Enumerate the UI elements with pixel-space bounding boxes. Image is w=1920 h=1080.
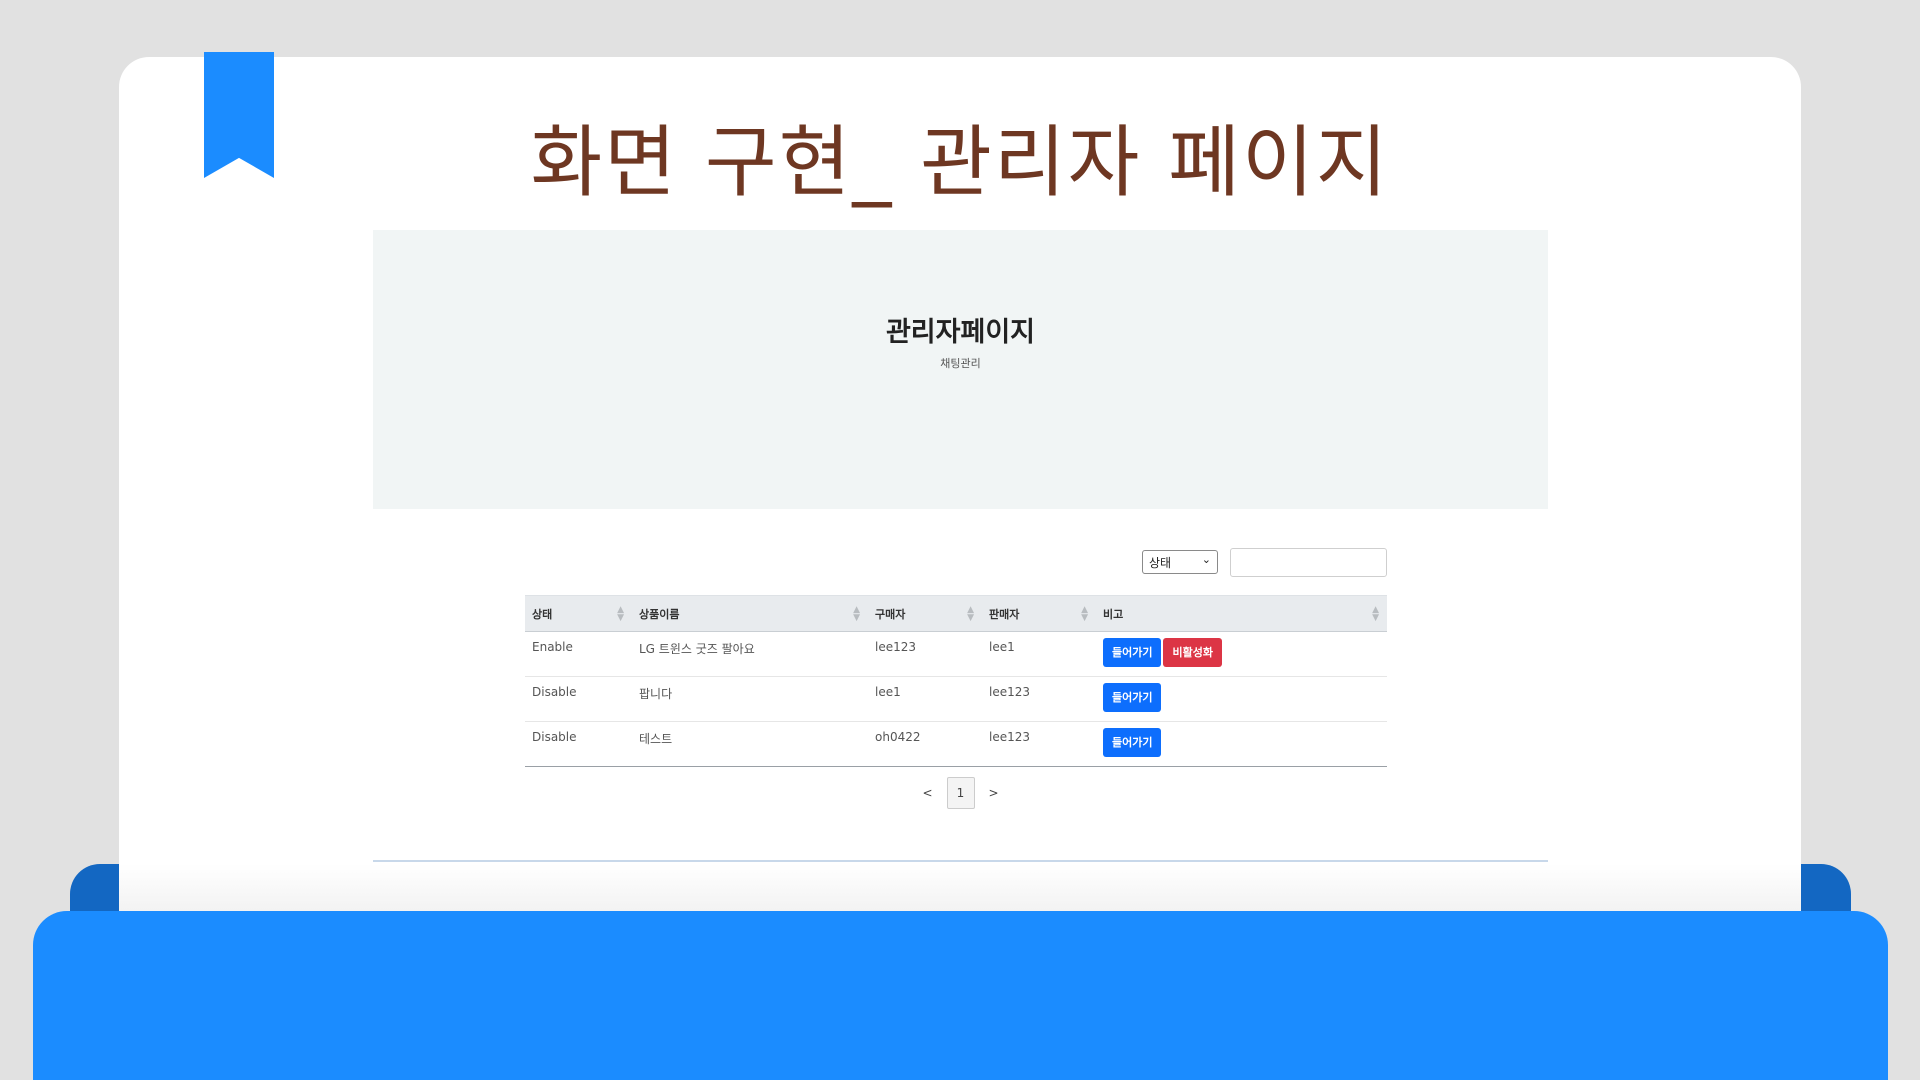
column-header-seller[interactable]: 판매자 ▲ ▼ <box>982 595 1096 632</box>
table-row: Disable 팝니다 lee1 lee123 들어가기 <box>525 677 1387 722</box>
status-filter-select[interactable]: 상태 ⌄ <box>1142 550 1218 574</box>
product-cell: LG 트윈스 굿즈 팔아요 <box>639 642 755 656</box>
status-cell: Disable <box>532 730 577 744</box>
buyer-cell: oh0422 <box>875 730 921 744</box>
product-cell: 테스트 <box>639 732 673 746</box>
hero-banner: 관리자페이지 채팅관리 <box>373 230 1548 509</box>
table-header-row: 상태 ▲ ▼ 상품이름 ▲ ▼ 구매자 ▲ ▼ 판매자 ▲ ▼ 비고 ▲ ▼ <box>525 595 1387 632</box>
slide-title: 화면 구현_ 관리자 페이지 <box>530 118 1390 208</box>
sort-icon: ▲ ▼ <box>617 605 624 623</box>
slide-card-bottom <box>119 864 1801 914</box>
folder-front-panel <box>33 911 1888 1080</box>
actions-cell: 들어가기 <box>1096 677 1387 722</box>
column-header-note[interactable]: 비고 ▲ ▼ <box>1096 595 1387 632</box>
status-cell: Disable <box>532 685 577 699</box>
divider <box>373 860 1548 862</box>
prev-page-button[interactable]: < <box>922 786 932 800</box>
sort-icon: ▲ ▼ <box>967 605 974 623</box>
page-number-button[interactable]: 1 <box>946 776 975 809</box>
enter-button[interactable]: 들어가기 <box>1103 728 1162 757</box>
status-cell: Enable <box>532 640 573 654</box>
actions-cell: 들어가기 <box>1096 722 1387 767</box>
column-header-buyer[interactable]: 구매자 ▲ ▼ <box>868 595 982 632</box>
column-header-status[interactable]: 상태 ▲ ▼ <box>525 595 632 632</box>
table-row: Disable 테스트 oh0422 lee123 들어가기 <box>525 722 1387 767</box>
sort-icon: ▲ ▼ <box>1081 605 1088 623</box>
header-label: 상품이름 <box>639 607 680 621</box>
enter-button[interactable]: 들어가기 <box>1103 683 1162 712</box>
header-label: 상태 <box>532 607 553 621</box>
admin-page-screenshot: 관리자페이지 채팅관리 상태 ⌄ 상태 ▲▼ 상품이름 ▲▼ 구매자 ▲▼ <box>373 230 1548 862</box>
search-input[interactable] <box>1230 548 1387 577</box>
table-row: Enable LG 트윈스 굿즈 팔아요 lee123 lee1 들어가기 비활성… <box>525 632 1387 677</box>
chat-table: 상태 ▲ ▼ 상품이름 ▲ ▼ 구매자 ▲ ▼ 판매자 ▲ ▼ 비고 ▲ ▼ E… <box>525 595 1387 767</box>
deactivate-button[interactable]: 비활성화 <box>1163 638 1222 667</box>
page-title: 관리자페이지 <box>885 317 1036 348</box>
status-filter-value: 상태 <box>1149 556 1172 570</box>
pagination: < 1 > <box>373 776 1548 809</box>
next-page-button[interactable]: > <box>989 786 999 800</box>
buyer-cell: lee123 <box>875 640 917 654</box>
seller-cell: lee1 <box>989 640 1015 654</box>
column-header-product[interactable]: 상품이름 ▲ ▼ <box>632 595 868 632</box>
header-label: 비고 <box>1103 607 1124 621</box>
header-label: 판매자 <box>989 607 1020 621</box>
seller-cell: lee123 <box>989 685 1031 699</box>
header-label: 구매자 <box>875 607 906 621</box>
actions-cell: 들어가기 비활성화 <box>1096 632 1387 677</box>
page-subtitle: 채팅관리 <box>940 357 981 370</box>
enter-button[interactable]: 들어가기 <box>1103 638 1162 667</box>
sort-icon: ▲ ▼ <box>853 605 860 623</box>
buyer-cell: lee1 <box>875 685 901 699</box>
chevron-down-icon: ⌄ <box>1201 553 1211 566</box>
product-cell: 팝니다 <box>639 687 673 701</box>
seller-cell: lee123 <box>989 730 1031 744</box>
sort-icon: ▲ ▼ <box>1372 605 1379 623</box>
